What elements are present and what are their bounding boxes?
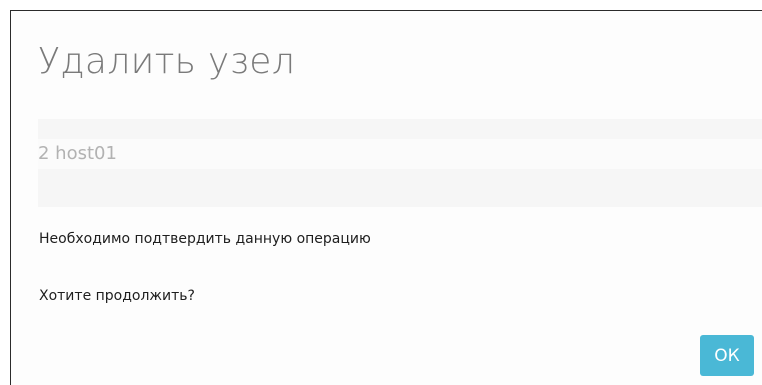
dialog-title: Удалить узел xyxy=(38,41,296,82)
confirmation-message: Необходимо подтвердить данную операцию xyxy=(39,231,371,247)
selected-item-box: 2 host01 xyxy=(38,119,762,207)
selected-item-row xyxy=(38,139,762,169)
selected-item-label: 2 host01 xyxy=(38,143,117,164)
continue-question: Хотите продолжить? xyxy=(39,288,195,304)
delete-node-dialog: Удалить узел 2 host01 Необходимо подтвер… xyxy=(10,10,762,385)
ok-button[interactable]: ОК xyxy=(700,335,754,376)
